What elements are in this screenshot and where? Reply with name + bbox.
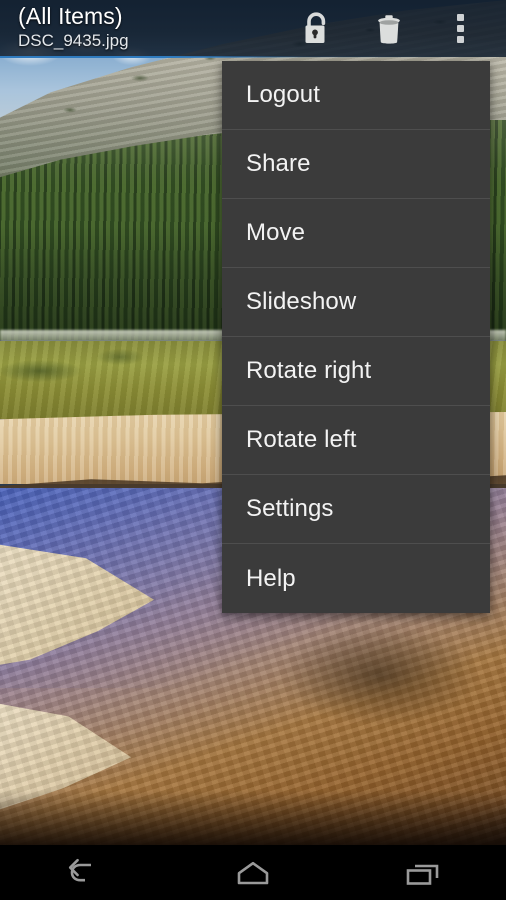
page-title: (All Items) [18, 3, 123, 29]
nav-recents-button[interactable] [337, 845, 506, 900]
nav-back-button[interactable] [0, 845, 169, 900]
menu-item-rotate-right[interactable]: Rotate right [222, 337, 490, 406]
home-icon [237, 861, 269, 884]
delete-button[interactable] [352, 0, 426, 57]
photo-bottom-shadow [0, 790, 506, 845]
overflow-menu-button[interactable] [430, 0, 490, 57]
recent-apps-icon [406, 864, 438, 885]
phone-screen: (All Items) DSC_9435.jpg Logout Share Mo… [0, 0, 506, 900]
menu-item-settings[interactable]: Settings [222, 475, 490, 544]
overflow-menu-icon [456, 14, 464, 43]
unlocked-padlock-icon [305, 11, 326, 43]
menu-item-share[interactable]: Share [222, 130, 490, 199]
lock-button[interactable] [278, 0, 352, 57]
menu-item-help[interactable]: Help [222, 544, 490, 613]
menu-item-slideshow[interactable]: Slideshow [222, 268, 490, 337]
trash-icon [378, 14, 400, 44]
action-bar-title-block: (All Items) DSC_9435.jpg [18, 2, 129, 52]
menu-item-move[interactable]: Move [222, 199, 490, 268]
back-arrow-icon [69, 858, 92, 881]
menu-item-logout[interactable]: Logout [222, 61, 490, 130]
photo-dark-reflection [250, 600, 506, 750]
nav-home-button[interactable] [169, 845, 338, 900]
file-name-subtitle: DSC_9435.jpg [18, 31, 129, 50]
system-navigation-bar [0, 845, 506, 900]
overflow-menu[interactable]: Logout Share Move Slideshow Rotate right… [222, 61, 490, 613]
menu-item-rotate-left[interactable]: Rotate left [222, 406, 490, 475]
